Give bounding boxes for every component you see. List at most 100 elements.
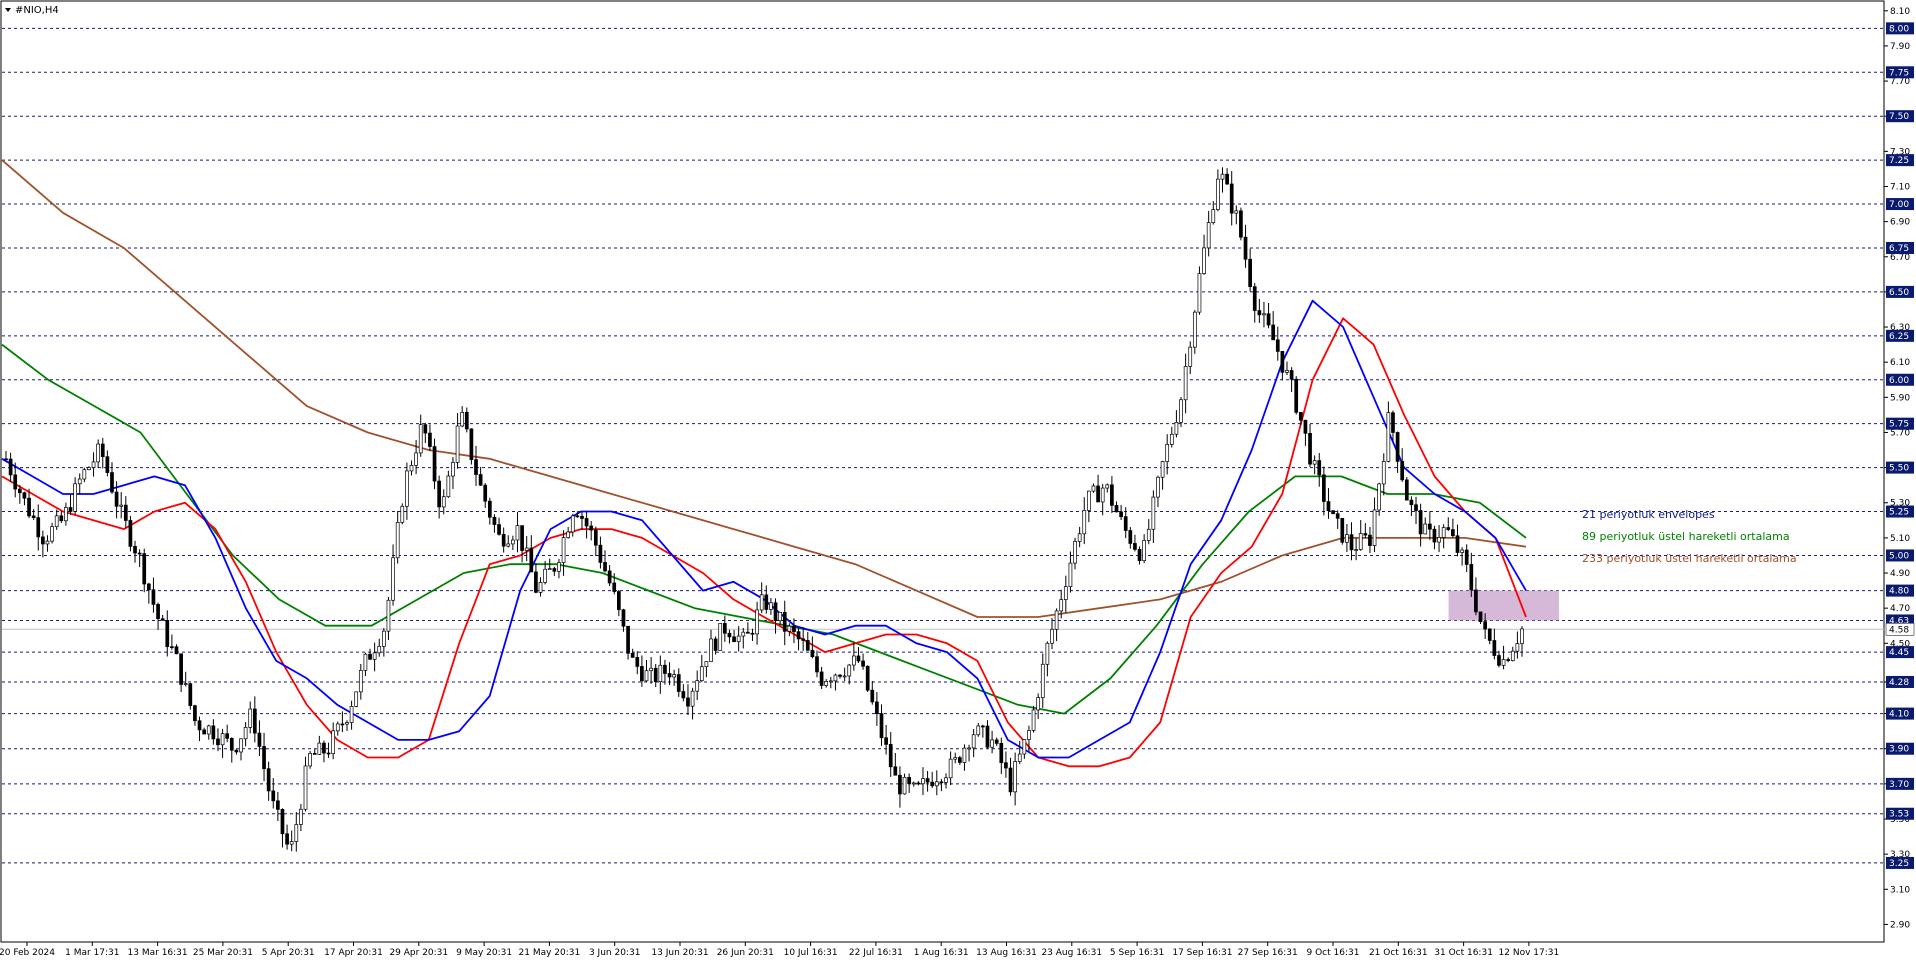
candle-body bbox=[243, 727, 248, 740]
candle-body bbox=[1169, 433, 1174, 445]
candle-body bbox=[68, 507, 73, 512]
x-tick-label: 12 Nov 17:31 bbox=[1499, 948, 1560, 958]
candle-body bbox=[1142, 540, 1147, 561]
candle-body bbox=[930, 781, 935, 787]
candle-body bbox=[179, 653, 183, 685]
candle-body bbox=[492, 516, 497, 525]
candle-body bbox=[1045, 642, 1050, 665]
candle-body bbox=[1437, 537, 1441, 543]
candle-body bbox=[229, 738, 234, 751]
candle-body bbox=[497, 524, 501, 535]
candle-body bbox=[667, 673, 672, 678]
candle-body bbox=[331, 730, 336, 754]
y-tick-label: 6.90 bbox=[1890, 218, 1910, 228]
x-tick-label: 1 Mar 17:31 bbox=[65, 948, 119, 958]
candle-body bbox=[764, 594, 769, 610]
candle-body bbox=[962, 747, 967, 763]
candle-body bbox=[607, 570, 612, 584]
candle-body bbox=[1294, 378, 1299, 413]
candle-body bbox=[17, 488, 22, 494]
candle-body bbox=[617, 591, 621, 611]
candle-body bbox=[1308, 432, 1312, 465]
candle-body bbox=[252, 708, 257, 734]
candle-body bbox=[423, 424, 428, 434]
candle-body bbox=[1455, 535, 1460, 553]
chart-svg: 8.107.907.707.507.307.106.906.706.506.30… bbox=[0, 0, 1916, 963]
candle-body bbox=[1087, 490, 1091, 511]
candle-body bbox=[981, 725, 985, 728]
candle-body bbox=[630, 652, 635, 658]
candle-body bbox=[676, 674, 681, 692]
candle-body bbox=[478, 474, 483, 486]
candle-body bbox=[1483, 621, 1487, 630]
candle-body bbox=[1160, 461, 1165, 478]
candle-body bbox=[381, 630, 386, 647]
candle-body bbox=[317, 742, 322, 755]
level-tag-label: 7.25 bbox=[1889, 156, 1909, 166]
candle-body bbox=[225, 733, 230, 739]
candle-body bbox=[1059, 599, 1064, 612]
candle-body bbox=[1220, 173, 1225, 180]
candle-body bbox=[455, 425, 460, 463]
candle-body bbox=[1151, 496, 1156, 530]
candle-body bbox=[8, 458, 13, 476]
level-tag-label: 7.00 bbox=[1889, 200, 1909, 210]
candle-body bbox=[1206, 222, 1211, 249]
candle-body bbox=[999, 743, 1004, 764]
candle-body bbox=[1510, 650, 1515, 661]
candle-body bbox=[1119, 511, 1123, 518]
candle-body bbox=[1322, 474, 1326, 502]
candle-body bbox=[916, 782, 921, 785]
candle-body bbox=[524, 547, 529, 551]
candle-body bbox=[649, 667, 653, 672]
level-tag-label: 3.53 bbox=[1889, 810, 1909, 820]
candle-body bbox=[165, 619, 170, 648]
candle-body bbox=[1289, 370, 1294, 380]
x-tick-label: 5 Sep 16:31 bbox=[1110, 948, 1164, 958]
level-tag-label: 3.25 bbox=[1889, 859, 1909, 869]
candle-body bbox=[405, 470, 409, 507]
candle-body bbox=[409, 465, 414, 472]
candle-body bbox=[432, 446, 437, 482]
candle-body bbox=[778, 611, 782, 622]
level-tag-label: 5.50 bbox=[1889, 464, 1909, 474]
candle-body bbox=[1008, 767, 1013, 793]
candle-body bbox=[1414, 504, 1418, 511]
x-tick-label: 17 Apr 20:31 bbox=[324, 948, 383, 958]
candle-body bbox=[262, 746, 266, 770]
candle-body bbox=[856, 655, 861, 662]
candle-body bbox=[815, 656, 819, 673]
candle-body bbox=[796, 631, 801, 640]
candle-body bbox=[368, 653, 372, 660]
candle-body bbox=[884, 737, 888, 745]
candle-body bbox=[1460, 549, 1464, 553]
candle-body bbox=[1054, 610, 1059, 630]
candle-body bbox=[971, 734, 976, 749]
candle-body bbox=[1004, 762, 1008, 769]
candle-body bbox=[183, 683, 188, 685]
candle-body bbox=[322, 742, 326, 754]
x-tick-label: 21 Oct 16:31 bbox=[1369, 948, 1428, 958]
candle-body bbox=[534, 571, 538, 593]
candle-body bbox=[626, 625, 630, 654]
candle-body bbox=[1451, 529, 1455, 537]
candle-body bbox=[1123, 516, 1128, 531]
zone-layer bbox=[1448, 590, 1559, 621]
candle-body bbox=[1257, 310, 1262, 316]
level-tag-label: 6.75 bbox=[1889, 244, 1909, 254]
candle-body bbox=[428, 432, 432, 447]
candle-body bbox=[1183, 366, 1188, 401]
candle-body bbox=[1105, 484, 1110, 489]
candle-body bbox=[612, 582, 617, 592]
candle-body bbox=[31, 515, 36, 518]
candle-body bbox=[41, 536, 45, 545]
candle-body bbox=[27, 497, 31, 517]
candle-body bbox=[663, 664, 667, 674]
candle-body bbox=[792, 625, 796, 632]
candle-body bbox=[1520, 628, 1524, 644]
x-tick-label: 22 Jul 16:31 bbox=[849, 948, 903, 958]
level-tag-label: 5.75 bbox=[1889, 420, 1909, 430]
level-tag-label: 4.45 bbox=[1889, 648, 1909, 658]
x-tick-label: 21 May 20:31 bbox=[519, 948, 581, 958]
candle-body bbox=[699, 666, 704, 682]
